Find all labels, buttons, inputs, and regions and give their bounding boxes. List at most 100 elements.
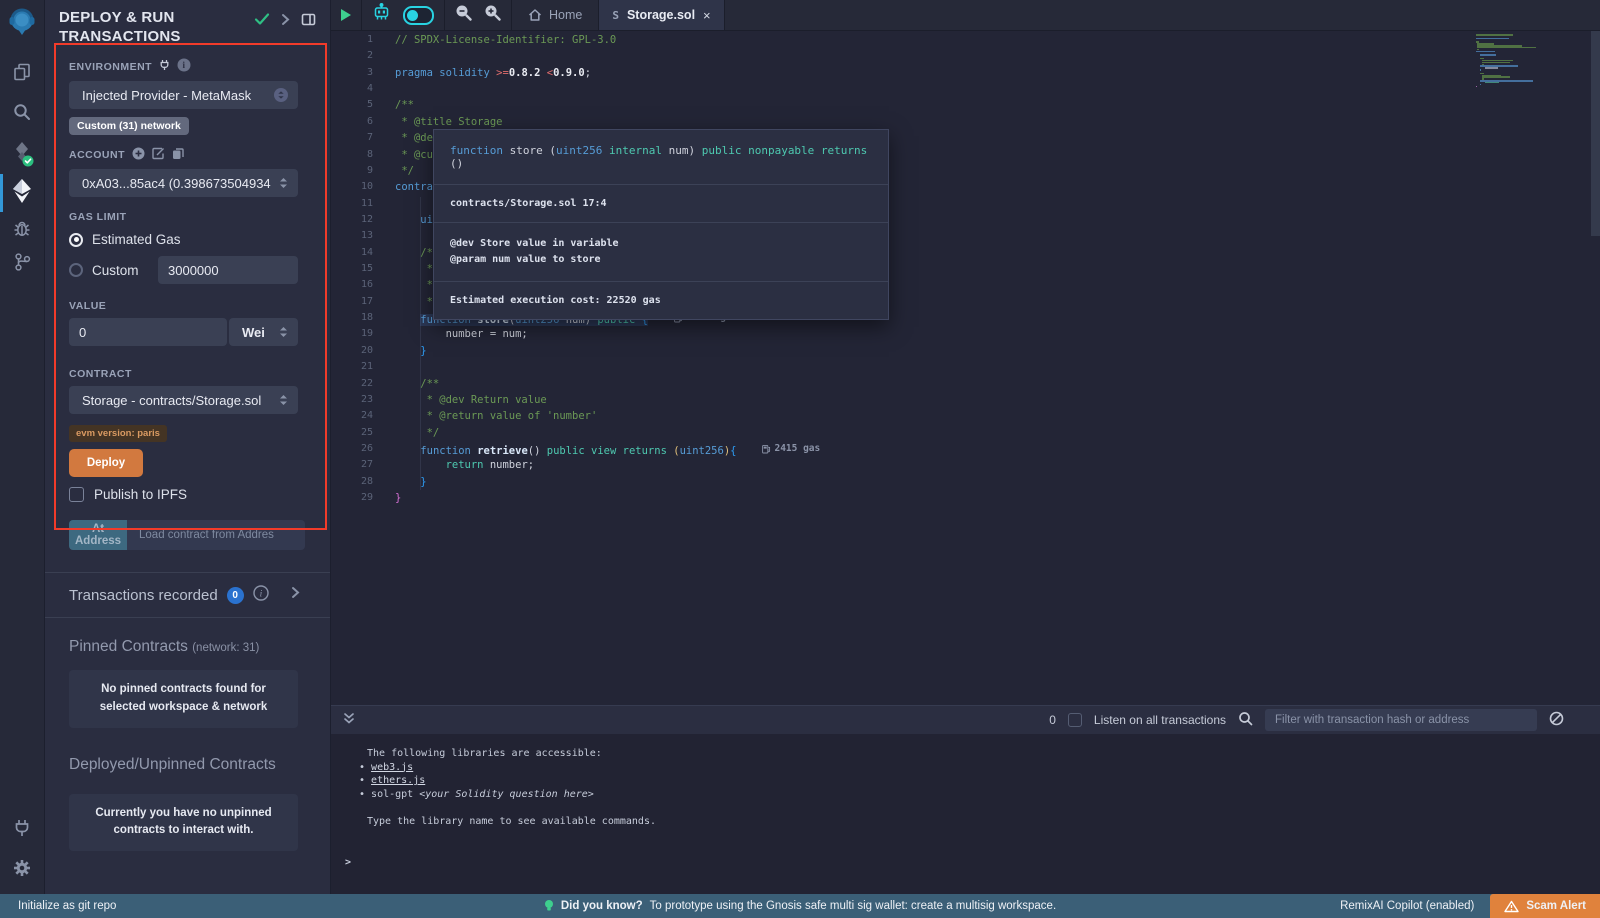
zoom-in-icon[interactable] xyxy=(484,4,501,26)
solidity-file-icon: S xyxy=(612,9,619,22)
transactions-info-icon[interactable]: i xyxy=(253,585,269,606)
terminal-prompt[interactable]: > xyxy=(345,857,1600,868)
value-unit-select[interactable]: Wei xyxy=(229,318,298,346)
sign-message-icon[interactable] xyxy=(152,147,165,163)
pinned-contracts-header: Pinned Contracts (network: 31) xyxy=(69,638,298,656)
select-stepper-icon xyxy=(279,394,288,406)
pinned-empty-message: No pinned contracts found for selected w… xyxy=(69,670,298,728)
side-panel-deploy-run: Deploy & run transactions ENVIRONMENT i … xyxy=(45,0,331,894)
git-init-status-item[interactable]: Initialize as git repo xyxy=(0,900,116,912)
code-editor: 1234567891011121314151617181920212223242… xyxy=(331,31,1600,705)
terminal-filter-input[interactable] xyxy=(1265,709,1537,731)
icon-rail xyxy=(0,0,45,894)
terminal-expand-icon[interactable] xyxy=(343,712,355,728)
network-badge: Custom (31) network xyxy=(69,117,189,135)
scam-alert-button[interactable]: Scam Alert xyxy=(1490,894,1600,918)
gas-custom-input[interactable] xyxy=(158,256,298,284)
contract-select[interactable]: Storage - contracts/Storage.sol xyxy=(69,386,298,414)
svg-text:i: i xyxy=(259,589,262,599)
plugin-manager-icon[interactable] xyxy=(0,818,44,838)
tooltip-gas-cost: Estimated execution cost: 22520 gas xyxy=(434,281,888,319)
account-select[interactable]: 0xA03...85ac4 (0.398673504934 xyxy=(69,169,298,197)
contract-value: Storage - contracts/Storage.sol xyxy=(82,393,279,408)
select-stepper-icon xyxy=(274,88,288,102)
terminal-search-icon[interactable] xyxy=(1238,711,1253,729)
listen-all-checkbox[interactable] xyxy=(1068,713,1082,727)
pin-panel-icon[interactable] xyxy=(301,13,316,31)
settings-gear-icon[interactable] xyxy=(0,858,44,878)
publish-ipfs-checkbox[interactable] xyxy=(69,487,84,502)
tooltip-path: contracts/Storage.sol 17:4 xyxy=(434,184,888,222)
account-label: ACCOUNT xyxy=(69,149,125,161)
copilot-status[interactable]: RemixAI Copilot (enabled) xyxy=(1340,900,1476,912)
gas-estimated-radio[interactable] xyxy=(69,233,83,247)
value-input[interactable] xyxy=(69,318,227,346)
lightbulb-icon xyxy=(544,899,554,913)
compile-check-icon xyxy=(254,12,270,31)
pinned-network-subtitle: (network: 31) xyxy=(192,642,259,654)
tooltip-docs: @dev Store value in variable @param num … xyxy=(434,222,888,281)
select-stepper-icon xyxy=(279,326,288,338)
add-account-icon[interactable] xyxy=(132,147,145,163)
tab-home[interactable]: Home xyxy=(512,0,598,30)
solidity-compiler-icon[interactable] xyxy=(0,140,44,168)
value-row: Wei xyxy=(69,318,298,346)
zoom-out-icon[interactable] xyxy=(455,4,472,26)
ai-copilot-group xyxy=(362,0,445,30)
at-address-input[interactable] xyxy=(127,520,305,550)
gas-custom-option[interactable]: Custom xyxy=(69,256,298,284)
publish-ipfs-row[interactable]: Publish to IPFS xyxy=(69,487,298,502)
tab-storage-sol[interactable]: S Storage.sol × xyxy=(598,0,724,30)
deployed-empty-message: Currently you have no unpinned contracts… xyxy=(69,794,298,852)
search-icon[interactable] xyxy=(0,102,44,122)
run-script-icon[interactable] xyxy=(341,9,351,21)
main-area: Deploy & run transactions ENVIRONMENT i … xyxy=(0,0,1600,894)
status-bar: Initialize as git repo Did you know? To … xyxy=(0,894,1600,918)
deploy-button[interactable]: Deploy xyxy=(69,449,143,477)
deployed-contracts-header: Deployed/Unpinned Contracts xyxy=(69,756,298,774)
panel-forward-icon[interactable] xyxy=(281,13,290,31)
hover-tooltip: function store (uint256 internal num) pu… xyxy=(433,129,889,320)
account-label-row: ACCOUNT xyxy=(69,147,298,163)
transactions-label: Transactions recorded xyxy=(69,587,218,604)
environment-select[interactable]: Injected Provider - MetaMask xyxy=(69,81,298,109)
remix-logo[interactable] xyxy=(0,6,44,38)
transactions-expand-icon[interactable] xyxy=(291,586,300,604)
terminal[interactable]: The following libraries are accessible:•… xyxy=(331,734,1600,894)
svg-text:i: i xyxy=(183,60,186,70)
clear-console-icon[interactable] xyxy=(1549,711,1564,729)
editor-column: Home S Storage.sol × 1234567891011121314… xyxy=(331,0,1600,894)
tooltip-signature: function store (uint256 internal num) pu… xyxy=(434,130,888,184)
remix-ide-window: Deploy & run transactions ENVIRONMENT i … xyxy=(0,0,1600,918)
listen-all-label: Listen on all transactions xyxy=(1094,713,1226,727)
git-icon[interactable] xyxy=(0,252,44,272)
terminal-tx-count: 0 xyxy=(1049,713,1056,727)
deploy-run-icon[interactable] xyxy=(0,178,44,204)
evm-version-badge: evm version: paris xyxy=(69,425,167,442)
plug-icon[interactable] xyxy=(159,59,170,74)
warning-icon xyxy=(1504,900,1519,913)
at-address-row: At Address xyxy=(69,520,298,550)
select-stepper-icon xyxy=(279,177,288,189)
terminal-output: The following libraries are accessible:•… xyxy=(359,747,1600,828)
gas-custom-radio[interactable] xyxy=(69,263,83,277)
copy-account-icon[interactable] xyxy=(172,147,184,163)
environment-label-row: ENVIRONMENT i xyxy=(69,58,298,75)
environment-value: Injected Provider - MetaMask xyxy=(82,88,274,103)
gas-estimated-option[interactable]: Estimated Gas xyxy=(69,232,298,247)
copilot-toggle[interactable] xyxy=(403,6,434,25)
home-icon xyxy=(528,8,542,22)
editor-minimap[interactable] xyxy=(1476,34,1540,87)
file-explorer-icon[interactable] xyxy=(0,62,44,82)
zoom-group xyxy=(445,0,512,30)
editor-gutter: 1234567891011121314151617181920212223242… xyxy=(331,32,373,506)
remix-ai-robot-icon[interactable] xyxy=(372,3,391,27)
transactions-recorded-row[interactable]: Transactions recorded 0 i xyxy=(45,572,330,618)
gas-limit-label: GAS LIMIT xyxy=(69,211,298,223)
transactions-count-badge: 0 xyxy=(227,587,244,604)
at-address-button[interactable]: At Address xyxy=(69,520,127,550)
debugger-icon[interactable] xyxy=(0,218,44,238)
tab-close-icon[interactable]: × xyxy=(703,8,711,23)
environment-info-icon[interactable]: i xyxy=(177,58,191,75)
editor-scrollbar[interactable] xyxy=(1591,31,1600,236)
